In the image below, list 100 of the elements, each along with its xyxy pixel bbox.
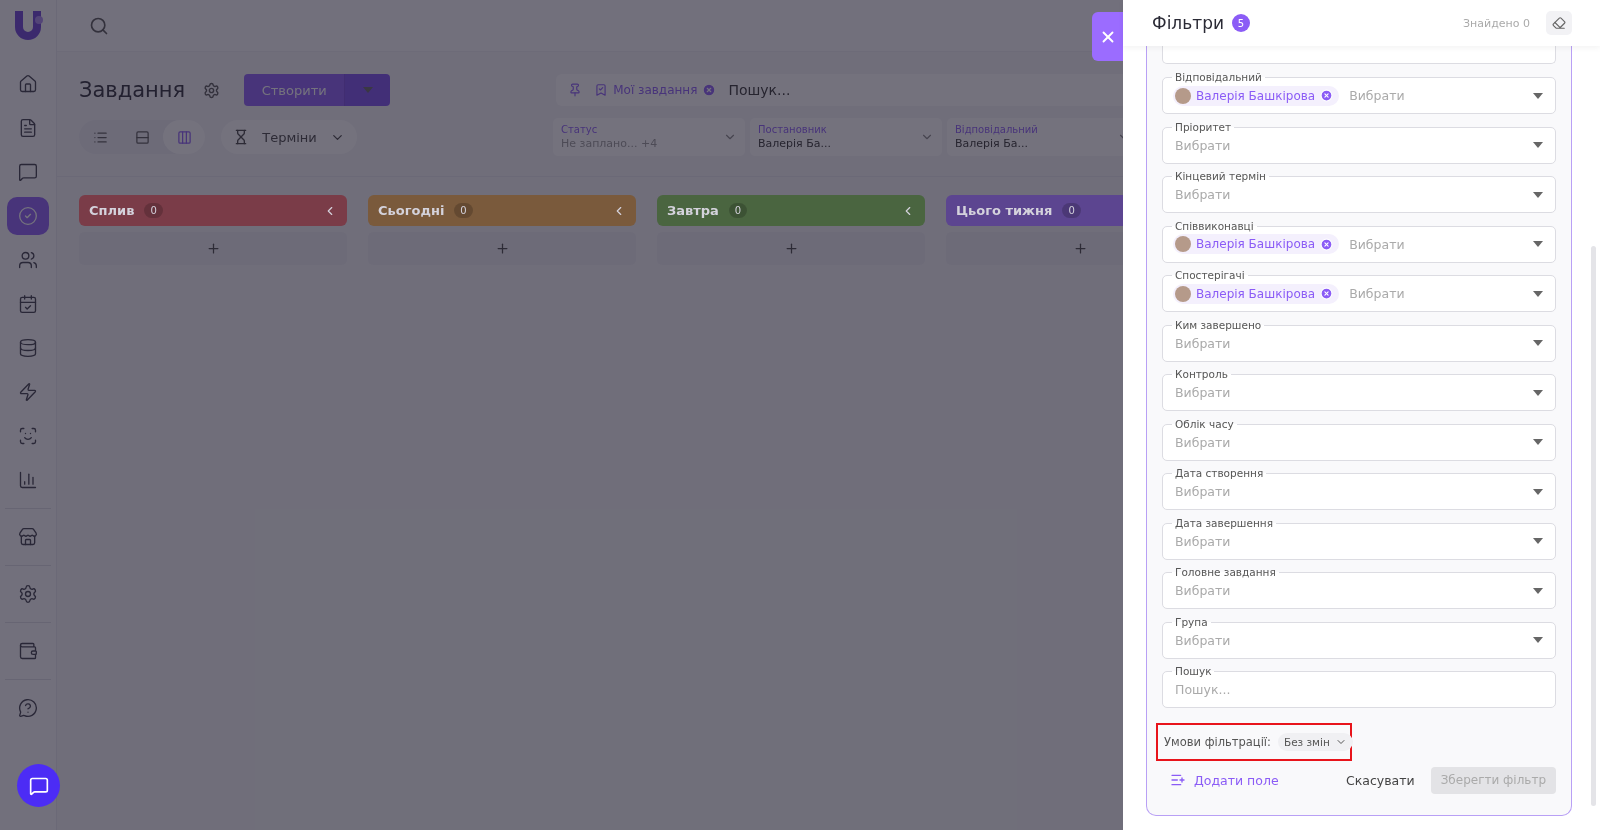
select-input[interactable]: Вибрати [1347,87,1525,104]
avatar [1175,87,1191,104]
help-icon [18,698,38,718]
caret-icon [362,87,373,93]
field-label: Спостерігачі [1172,268,1248,282]
caret-icon [1533,241,1543,247]
rows-view-icon [134,129,150,145]
chip-label: Валерія Башкірова [1196,237,1316,251]
caret-icon [1533,92,1543,99]
count-badge: 0 [1062,203,1081,218]
field-label: Головне завдання [1172,565,1279,579]
conditions-label: Умови фільтрації: [1164,734,1271,749]
select-input[interactable]: Вибрати [1173,433,1525,451]
select-input[interactable]: Вибрати [1173,631,1525,649]
field-label: Пошук [1172,664,1215,678]
chip-label: Валерія Башкірова [1196,88,1316,103]
search-input[interactable]: Пошук... [1173,681,1543,698]
store-icon [18,527,38,547]
caret-icon [1533,637,1543,643]
select-input[interactable]: Вибрати [1173,334,1525,352]
chat-icon [28,775,49,796]
search-icon [89,15,109,36]
search-field[interactable]: Пошук... [726,81,847,99]
select-input[interactable]: Вибрати [1173,582,1525,599]
lightning-icon [18,382,38,402]
select-input[interactable]: Вибрати [1173,136,1525,154]
field-label: Кінцевий термін [1172,169,1269,183]
hourglass-icon [233,129,249,145]
wallet-icon [18,641,38,661]
field-label: Контроль [1172,367,1231,381]
clear-button[interactable] [1546,11,1572,35]
caret-icon [1533,587,1543,594]
home-icon [18,74,38,94]
select-input[interactable]: Вибрати [1173,483,1525,500]
view-toggle[interactable] [163,120,205,154]
filter-label: Відповідальний [955,124,1039,135]
count-badge: 0 [728,203,748,218]
remove-icon[interactable] [702,83,717,97]
bookmark-icon [594,83,609,97]
select-input[interactable]: Вибрати [1173,186,1525,203]
columns-view-icon [176,129,192,145]
conditions-select[interactable]: Без змін [1277,732,1353,751]
caret-icon [1533,142,1543,148]
select-input[interactable]: Вибрати [1173,532,1525,550]
count-badge: 0 [454,203,473,218]
plus-icon [494,241,510,256]
scrollbar[interactable] [1591,246,1596,806]
face-scan-icon [18,426,38,446]
chip-label: Мої завдання [613,83,698,97]
settings-icon [18,584,38,604]
page-title: Завдання [79,78,186,102]
count-badge: 5 [1232,14,1250,32]
filter-label: Постановник [758,124,828,135]
users-icon [18,250,38,270]
select-input[interactable]: Вибрати [1347,285,1525,302]
count-badge: 0 [144,203,163,218]
column-title: Сплив [89,203,135,218]
check-circle-icon [18,206,38,226]
caret-icon [1533,538,1543,544]
chart-icon [18,470,38,490]
nav-button[interactable] [7,197,49,235]
person-chip[interactable]: Валерія Башкірова [1173,234,1340,254]
field-label: Дата створення [1172,466,1267,480]
person-chip[interactable]: Валерія Башкірова [1173,283,1340,304]
caret-icon [1533,389,1543,396]
message-icon [18,162,38,182]
plus-icon [205,241,221,256]
pin-icon [568,83,583,97]
column-title: Цього тижня [956,203,1053,218]
remove-icon[interactable] [1320,287,1334,300]
column-title: Сьогодні [378,203,445,218]
add-field-button[interactable]: Додати поле [1162,772,1287,788]
avatar [1175,236,1191,252]
caret-icon [1533,439,1543,445]
database-icon [18,338,38,358]
list-view-icon [92,129,108,145]
plus-icon [783,241,799,256]
settings-icon [203,81,221,99]
plus-icon [1072,241,1088,256]
caret-icon [1533,191,1543,198]
caret-icon [1533,290,1543,297]
logo-icon [12,8,44,42]
person-chip[interactable]: Валерія Башкірова [1173,85,1340,106]
create-menu-button[interactable] [344,74,391,106]
remove-icon[interactable] [1320,237,1334,251]
column-title: Завтра [667,203,719,218]
cancel-button[interactable]: Скасувати [1340,771,1421,789]
found-count: Знайдено 0 [1463,16,1530,30]
field-label: Відповідальний [1172,70,1265,84]
chip-label: Валерія Башкірова [1196,286,1316,301]
close-button[interactable] [1092,12,1123,61]
caret-icon [1533,340,1543,346]
select-input[interactable]: Вибрати [1347,235,1525,253]
filter-label: Статус [561,124,599,135]
caret-icon [1533,488,1543,495]
select-input[interactable]: Вибрати [1173,384,1525,401]
calendar-icon [18,294,38,314]
panel-title: Фільтри [1152,13,1224,33]
remove-icon[interactable] [1320,89,1334,102]
document-icon [18,118,38,138]
